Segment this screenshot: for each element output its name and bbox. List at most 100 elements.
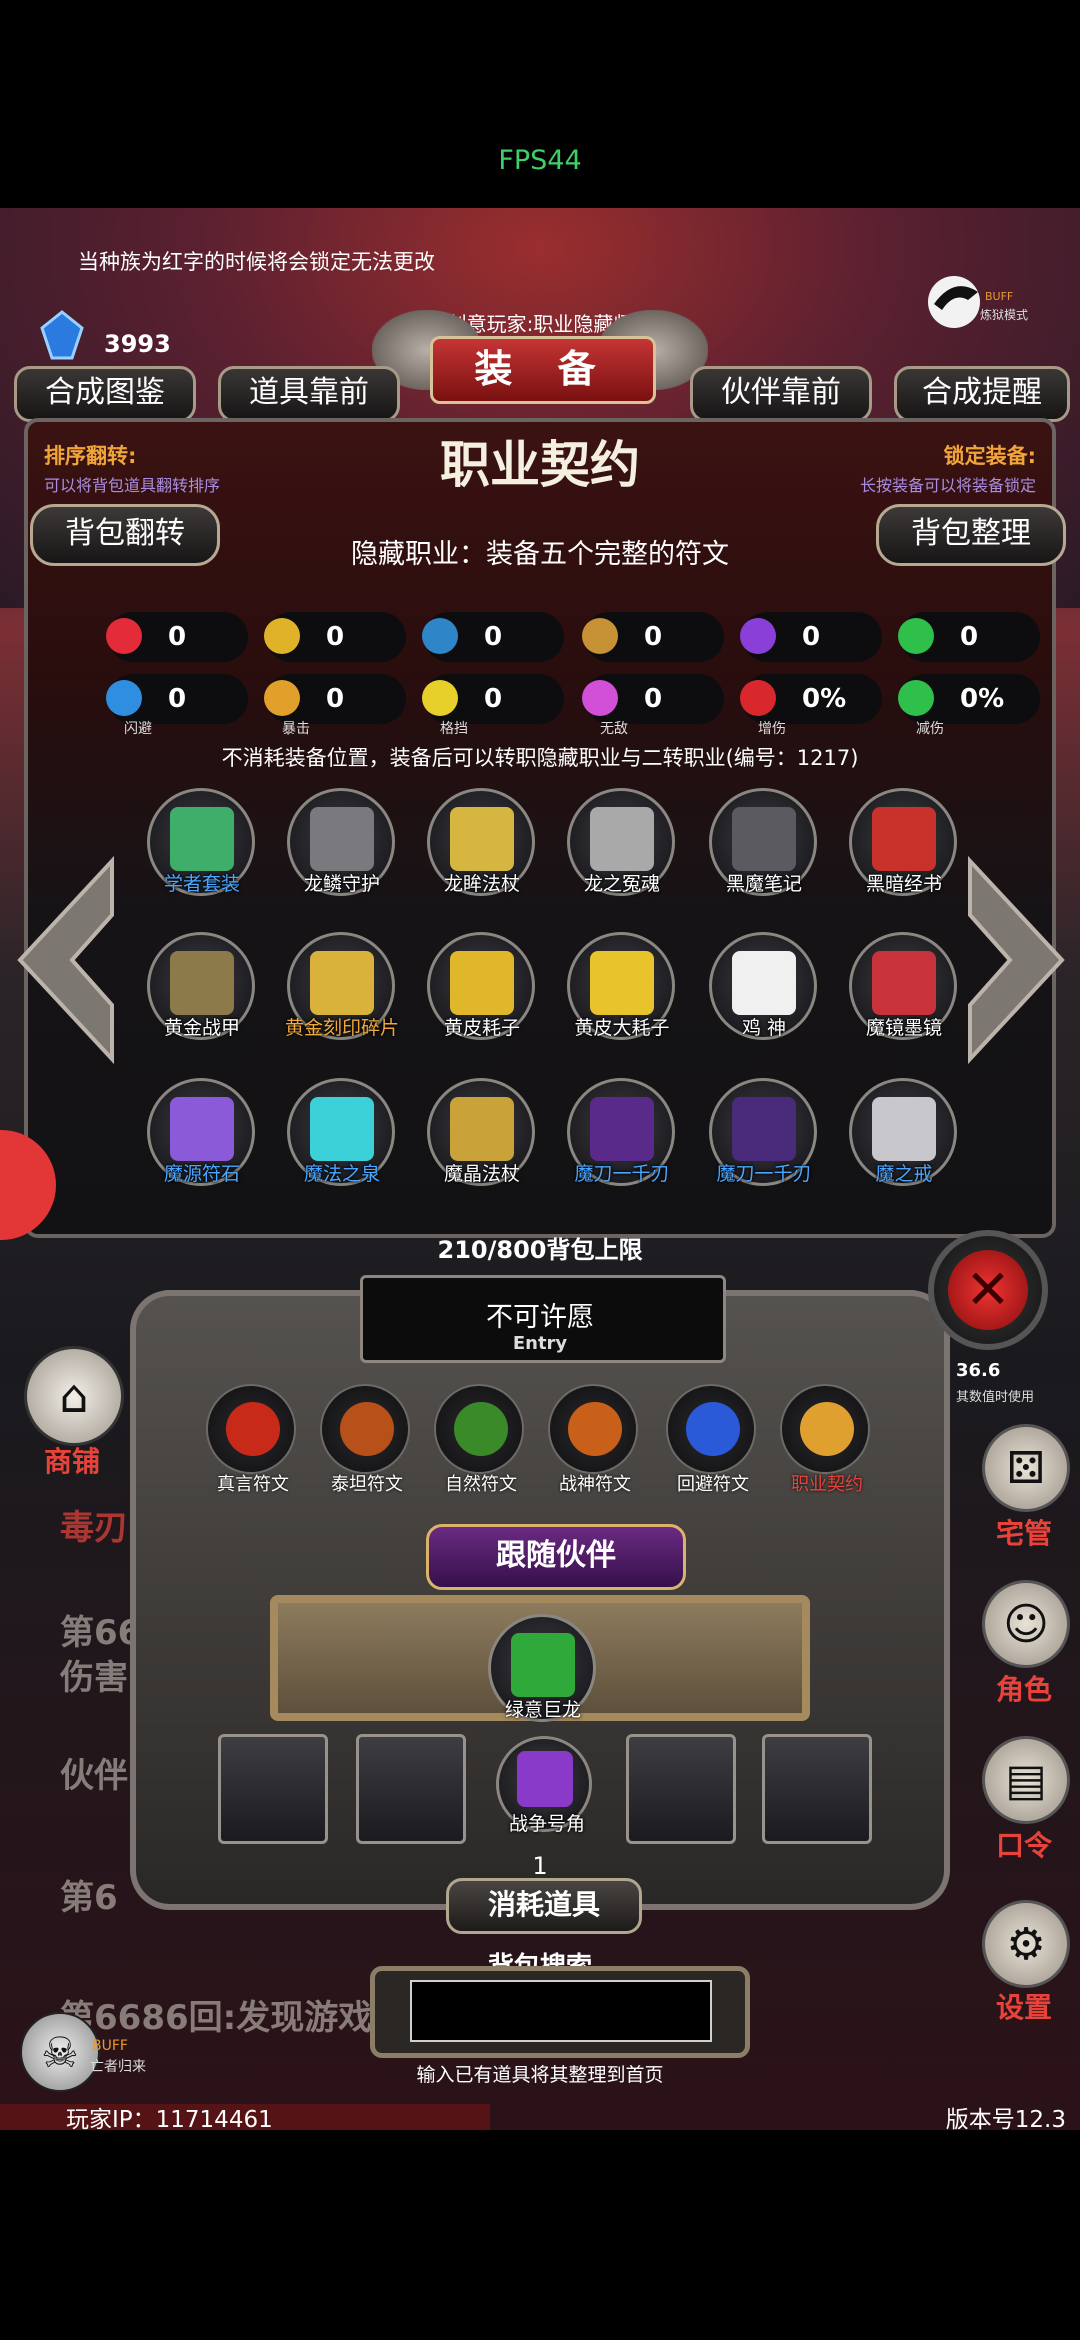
next-page-arrow[interactable] bbox=[960, 855, 1070, 1065]
item-name: 龙眸法杖 bbox=[443, 873, 520, 895]
companion-slot[interactable]: 绿意巨龙 bbox=[488, 1614, 596, 1722]
inventory-slot[interactable]: 黄皮耗子 bbox=[427, 932, 535, 1040]
inventory-slot[interactable]: 魔刀一千刃 bbox=[567, 1078, 675, 1186]
stat-value: 0% bbox=[960, 684, 1005, 714]
rune-slot[interactable]: 泰坦符文 bbox=[320, 1384, 410, 1495]
sort-flip-title: 排序翻转: bbox=[44, 444, 137, 468]
close-icon[interactable]: ✕ bbox=[948, 1250, 1028, 1330]
inventory-slot[interactable]: 龙眸法杖 bbox=[427, 788, 535, 896]
skull-buff-icon[interactable]: ☠ bbox=[20, 2012, 100, 2092]
rune-slot[interactable]: 职业契约 bbox=[780, 1384, 870, 1495]
inventory-slot[interactable]: 黑魔笔记 bbox=[709, 788, 817, 896]
rune-name: 回避符文 bbox=[677, 1474, 749, 1495]
consumable-slot-war-horn[interactable]: 战争号角 bbox=[496, 1736, 592, 1835]
inventory-slot[interactable]: 魔镜墨镜 bbox=[849, 932, 957, 1040]
stat-badge: 0 闪避 bbox=[106, 674, 248, 737]
inventory-slot[interactable]: 魔刀一千刃 bbox=[709, 1078, 817, 1186]
consumable-slot[interactable] bbox=[626, 1734, 736, 1844]
stat-value: 0 bbox=[168, 622, 187, 652]
inventory-slot[interactable]: 魔法之泉 bbox=[287, 1078, 395, 1186]
item-icon bbox=[450, 951, 514, 1015]
stat-badge: 0 bbox=[106, 612, 248, 662]
rune-name: 职业契约 bbox=[791, 1474, 863, 1495]
shop-label: 商铺 bbox=[44, 1445, 101, 1478]
stat-badge: 0 无敌 bbox=[582, 674, 724, 737]
fps-counter: FPS44 bbox=[498, 145, 582, 176]
item-icon bbox=[170, 1097, 234, 1161]
dice-icon[interactable]: ⚄ bbox=[982, 1424, 1070, 1512]
consumable-slot[interactable] bbox=[762, 1734, 872, 1844]
item-icon bbox=[590, 1097, 654, 1161]
item-timer: 36.6 bbox=[956, 1360, 1001, 1381]
item-icon bbox=[590, 807, 654, 871]
stat-value: 0 bbox=[326, 622, 345, 652]
tab-synthesis-reminder[interactable]: 合成提醒 bbox=[894, 366, 1070, 422]
stat-value: 0 bbox=[644, 684, 663, 714]
code-book-icon[interactable]: ▤ bbox=[982, 1736, 1070, 1824]
strength-icon bbox=[254, 608, 310, 664]
item-icon bbox=[310, 807, 374, 871]
rune-icon bbox=[226, 1402, 280, 1456]
inventory-slot[interactable]: 龙之冤魂 bbox=[567, 788, 675, 896]
stat-label: 暴击 bbox=[282, 721, 310, 737]
lock-equip-title: 锁定装备: bbox=[943, 444, 1036, 468]
role-label: 角色 bbox=[995, 1673, 1052, 1706]
inventory-slot[interactable]: 黑暗经书 bbox=[849, 788, 957, 896]
lute-icon bbox=[572, 608, 628, 664]
rune-slot[interactable]: 战神符文 bbox=[548, 1384, 638, 1495]
inventory-slot[interactable]: 魔源符石 bbox=[147, 1078, 255, 1186]
rune-slot[interactable]: 真言符文 bbox=[206, 1384, 296, 1495]
item-icon bbox=[450, 807, 514, 871]
manage-label: 宅管 bbox=[995, 1517, 1052, 1550]
rune-slot[interactable]: 自然符文 bbox=[434, 1384, 524, 1495]
equipment-title: 装 备 bbox=[430, 336, 656, 404]
rune-name: 自然符文 bbox=[445, 1474, 517, 1495]
item-icon bbox=[872, 951, 936, 1015]
rune-icon bbox=[340, 1402, 394, 1456]
item-icon bbox=[872, 1097, 936, 1161]
tab-synthesis-codex[interactable]: 合成图鉴 bbox=[14, 366, 196, 422]
item-name: 魔源符石 bbox=[163, 1163, 240, 1185]
inventory-slot[interactable]: 魔晶法杖 bbox=[427, 1078, 535, 1186]
consumable-slot[interactable] bbox=[218, 1734, 328, 1844]
consumables-header: 消耗道具 bbox=[446, 1878, 642, 1934]
bag-search-input[interactable] bbox=[410, 1980, 712, 2042]
inventory-slot[interactable]: 学者套装 bbox=[147, 788, 255, 896]
item-name: 黄金刻印碎片 bbox=[284, 1017, 399, 1039]
lightning-icon bbox=[730, 608, 786, 664]
stat-label: 无敌 bbox=[600, 721, 628, 737]
shop-icon[interactable]: ⌂ bbox=[24, 1346, 124, 1446]
tab-partners-first[interactable]: 伙伴靠前 bbox=[690, 366, 872, 422]
inventory-slot[interactable]: 龙鳞守护 bbox=[287, 788, 395, 896]
helmet-icon bbox=[412, 608, 468, 664]
rune-name: 真言符文 bbox=[217, 1474, 289, 1495]
inventory-slot[interactable]: 黄金刻印碎片 bbox=[285, 932, 399, 1040]
inventory-slot[interactable]: 黄金战甲 bbox=[147, 932, 255, 1040]
skull-buff-sub: 亡者归来 bbox=[90, 2059, 146, 2075]
item-name: 黑暗经书 bbox=[865, 873, 942, 895]
rune-slot[interactable]: 回避符文 bbox=[666, 1384, 756, 1495]
stat-badge: 0 bbox=[582, 612, 724, 662]
item-name: 黄皮耗子 bbox=[443, 1017, 520, 1039]
item-name: 黄金战甲 bbox=[163, 1017, 240, 1039]
gear-icon[interactable]: ⚙ bbox=[982, 1900, 1070, 1988]
item-name: 黄皮大耗子 bbox=[574, 1017, 670, 1039]
prev-page-arrow[interactable] bbox=[12, 855, 122, 1065]
wish-subtitle: Entry bbox=[512, 1333, 568, 1354]
skull-buff-label: BUFF bbox=[92, 2038, 128, 2054]
companion-name: 绿意巨龙 bbox=[504, 1699, 581, 1721]
inventory-slot[interactable]: 魔之戒 bbox=[849, 1078, 957, 1186]
consumable-slot[interactable] bbox=[356, 1734, 466, 1844]
stat-label: 减伤 bbox=[916, 721, 944, 737]
sort-flip-desc: 可以将背包道具翻转排序 bbox=[44, 476, 221, 495]
stat-badge: 0 bbox=[264, 612, 406, 662]
item-name: 黑魔笔记 bbox=[725, 873, 802, 895]
tab-items-first[interactable]: 道具靠前 bbox=[218, 366, 400, 422]
stat-badge: 0 暴击 bbox=[264, 674, 406, 737]
inventory-slot[interactable]: 黄皮大耗子 bbox=[567, 932, 675, 1040]
item-name: 鸡 神 bbox=[741, 1017, 787, 1039]
inventory-slot[interactable]: 鸡 神 bbox=[709, 932, 817, 1040]
item-name: 龙之冤魂 bbox=[583, 873, 660, 895]
character-icon[interactable]: ☺ bbox=[982, 1580, 1070, 1668]
lock-equip-desc: 长按装备可以将装备锁定 bbox=[859, 476, 1036, 495]
